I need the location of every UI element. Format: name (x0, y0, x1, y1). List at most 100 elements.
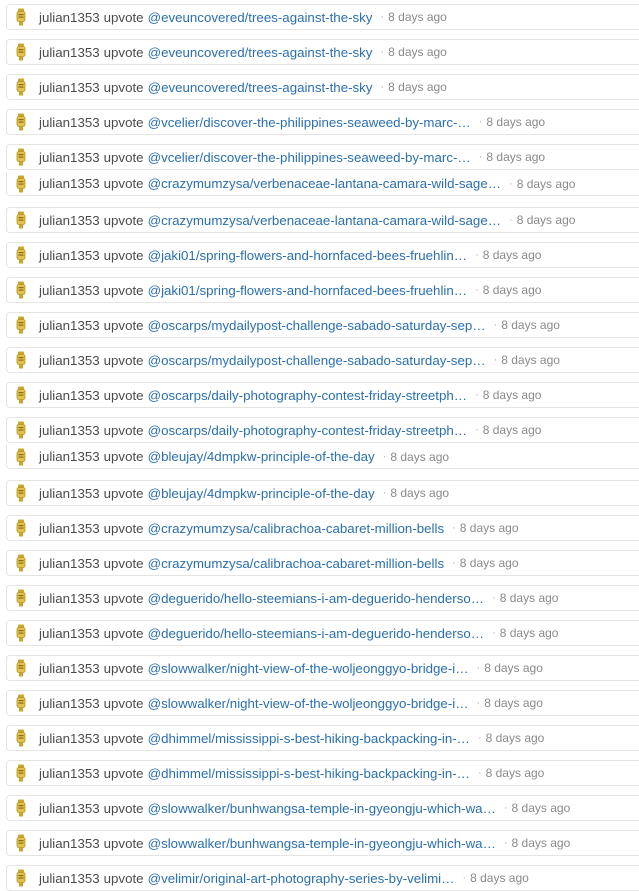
post-link[interactable]: @slowwalker/bunhwangsa-temple-in-gyeongj… (148, 836, 496, 851)
avatar-icon[interactable] (16, 174, 26, 194)
post-link[interactable]: @slowwalker/night-view-of-the-woljeonggy… (148, 696, 469, 711)
avatar-icon[interactable] (16, 42, 26, 62)
avatar-icon[interactable] (16, 798, 26, 818)
separator-dot: · (380, 81, 385, 93)
avatar-icon[interactable] (16, 7, 26, 27)
username[interactable]: julian1353 (39, 318, 100, 333)
username[interactable]: julian1353 (39, 626, 100, 641)
separator-dot: · (476, 662, 481, 674)
username[interactable]: julian1353 (39, 661, 100, 676)
username[interactable]: julian1353 (39, 10, 100, 25)
post-link[interactable]: @oscarps/mydailypost-challenge-sabado-sa… (148, 318, 486, 333)
avatar-icon[interactable] (16, 385, 26, 405)
avatar-icon[interactable] (16, 420, 26, 440)
username[interactable]: julian1353 (39, 176, 100, 191)
username[interactable]: julian1353 (39, 115, 100, 130)
post-link[interactable]: @oscarps/mydailypost-challenge-sabado-sa… (148, 353, 486, 368)
timestamp: 8 days ago (459, 556, 519, 570)
post-link[interactable]: @vcelier/discover-the-philippines-seawee… (148, 115, 471, 130)
username[interactable]: julian1353 (39, 449, 100, 464)
post-link[interactable]: @dhimmel/mississippi-s-best-hiking-backp… (148, 766, 470, 781)
separator-dot: · (493, 319, 498, 331)
post-link[interactable]: @crazymumzysa/verbenaceae-lantana-camara… (148, 213, 501, 228)
avatar-icon[interactable] (16, 483, 26, 503)
timestamp: 8 days ago (388, 45, 447, 59)
feed-item: julian1353 upvote @oscarps/mydailypost-cha… (6, 312, 639, 338)
action-label: upvote (103, 590, 144, 606)
username[interactable]: julian1353 (39, 283, 100, 298)
post-link[interactable]: @vcelier/discover-the-philippines-seawee… (148, 150, 471, 165)
avatar-icon[interactable] (16, 112, 26, 132)
avatar-icon[interactable] (16, 315, 26, 335)
action-label: upvote (103, 387, 144, 403)
action-label: upvote (103, 800, 144, 816)
feed-item: julian1353 upvote @slowwalker/bunhwangsa-t… (6, 795, 639, 821)
username[interactable]: julian1353 (39, 521, 100, 536)
avatar-icon[interactable] (16, 245, 26, 265)
post-link[interactable]: @bleujay/4dmpkw-principle-of-the-day (148, 486, 375, 501)
avatar-icon[interactable] (16, 658, 26, 678)
action-label: upvote (103, 317, 144, 333)
activity-feed: julian1353 upvote @eveuncovered/trees-agai… (0, 0, 639, 891)
username[interactable]: julian1353 (39, 486, 100, 501)
avatar-icon[interactable] (16, 763, 26, 783)
post-link[interactable]: @deguerido/hello-steemians-i-am-deguerid… (148, 626, 485, 641)
action-label: upvote (103, 520, 144, 536)
username[interactable]: julian1353 (39, 248, 100, 263)
post-link[interactable]: @dhimmel/mississippi-s-best-hiking-backp… (148, 731, 470, 746)
action-label: upvote (103, 835, 144, 851)
separator-dot: · (382, 450, 387, 463)
username[interactable]: julian1353 (39, 731, 100, 746)
post-link[interactable]: @bleujay/4dmpkw-principle-of-the-day (148, 449, 375, 464)
avatar-icon[interactable] (16, 693, 26, 713)
avatar-icon[interactable] (16, 147, 26, 167)
post-link[interactable]: @crazymumzysa/calibrachoa-cabaret-millio… (148, 521, 445, 536)
avatar-icon[interactable] (16, 623, 26, 643)
avatar-icon[interactable] (16, 447, 26, 467)
post-link[interactable]: @crazymumzysa/verbenaceae-lantana-camara… (148, 176, 501, 191)
avatar-icon[interactable] (16, 868, 26, 888)
timestamp: 8 days ago (485, 766, 545, 780)
timestamp: 8 days ago (484, 661, 543, 675)
username[interactable]: julian1353 (39, 150, 100, 165)
username[interactable]: julian1353 (39, 213, 100, 228)
avatar-icon[interactable] (16, 553, 26, 573)
post-link[interactable]: @jaki01/spring-flowers-and-hornfaced-bee… (148, 283, 467, 298)
feed-item: julian1353 upvote @oscarps/daily-photograp… (6, 382, 639, 408)
avatar-icon[interactable] (16, 280, 26, 300)
username[interactable]: julian1353 (39, 871, 100, 886)
username[interactable]: julian1353 (39, 353, 100, 368)
separator-dot: · (475, 389, 479, 401)
username[interactable]: julian1353 (39, 801, 100, 816)
avatar-icon[interactable] (16, 350, 26, 370)
avatar-icon[interactable] (16, 77, 26, 97)
post-link[interactable]: @oscarps/daily-photography-contest-frida… (148, 423, 467, 438)
avatar-icon[interactable] (16, 833, 26, 853)
post-link[interactable]: @jaki01/spring-flowers-and-hornfaced-bee… (148, 248, 467, 263)
post-link[interactable]: @slowwalker/night-view-of-the-woljeonggy… (148, 661, 469, 676)
username[interactable]: julian1353 (39, 766, 100, 781)
post-link[interactable]: @crazymumzysa/calibrachoa-cabaret-millio… (148, 556, 445, 571)
avatar-icon[interactable] (16, 518, 26, 538)
post-link[interactable]: @velimir/original-art-photography-series… (148, 871, 455, 886)
post-link[interactable]: @slowwalker/bunhwangsa-temple-in-gyeongj… (148, 801, 496, 816)
username[interactable]: julian1353 (39, 80, 100, 95)
avatar-icon[interactable] (16, 588, 26, 608)
separator-dot: · (478, 116, 483, 128)
post-link[interactable]: @eveuncovered/trees-against-the-sky (148, 80, 373, 95)
username[interactable]: julian1353 (39, 45, 100, 60)
username[interactable]: julian1353 (39, 423, 100, 438)
feed-item: julian1353 upvote @slowwalker/bunhwangsa-t… (6, 830, 639, 856)
post-link[interactable]: @deguerido/hello-steemians-i-am-deguerid… (148, 591, 485, 606)
username[interactable]: julian1353 (39, 591, 100, 606)
username[interactable]: julian1353 (39, 388, 100, 403)
post-link[interactable]: @oscarps/daily-photography-contest-frida… (148, 388, 467, 403)
post-link[interactable]: @eveuncovered/trees-against-the-sky (148, 45, 373, 60)
avatar-icon[interactable] (16, 210, 26, 230)
username[interactable]: julian1353 (39, 696, 100, 711)
username[interactable]: julian1353 (39, 556, 100, 571)
separator-dot: · (475, 424, 479, 436)
post-link[interactable]: @eveuncovered/trees-against-the-sky (148, 10, 373, 25)
username[interactable]: julian1353 (39, 836, 100, 851)
avatar-icon[interactable] (16, 728, 26, 748)
